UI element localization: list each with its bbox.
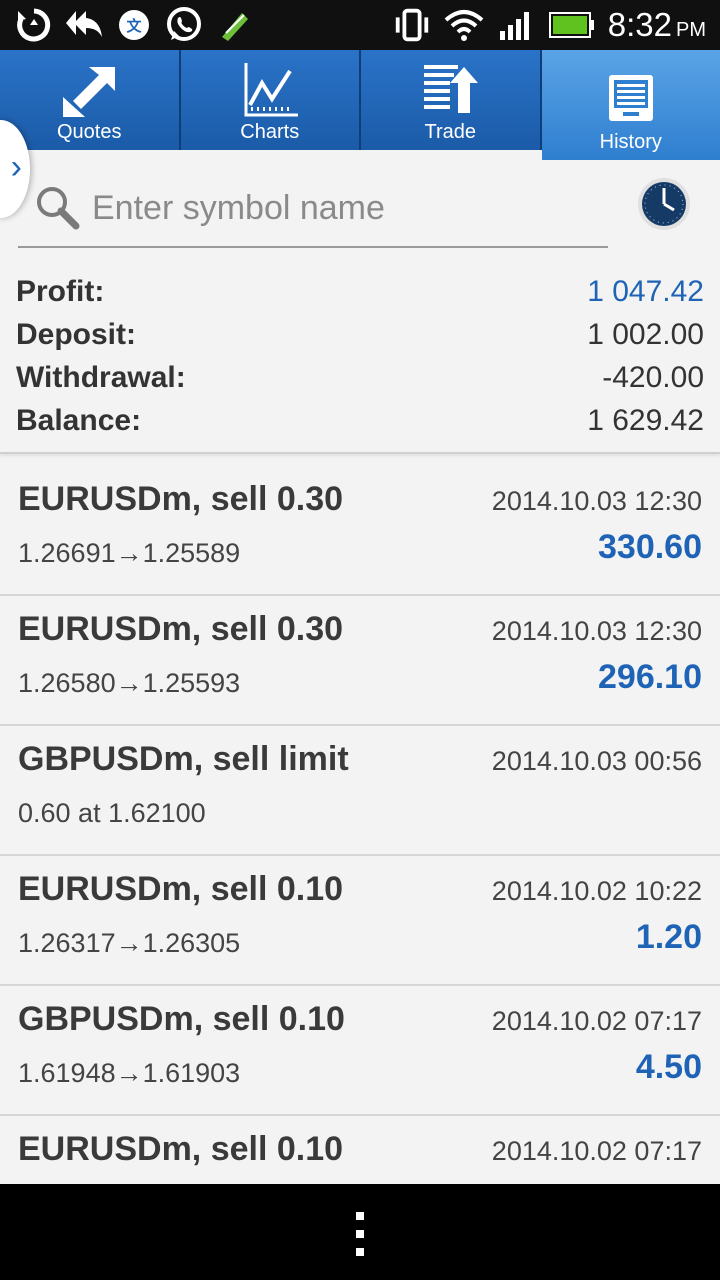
deposit-label: Deposit: xyxy=(16,317,136,351)
search-bar xyxy=(18,170,608,248)
trade-icon xyxy=(418,60,482,120)
history-item[interactable]: EURUSDm, sell 0.10 2014.10.02 10:22 1.26… xyxy=(0,856,720,986)
history-summary: Profit: 1 047.42 Deposit: 1 002.00 Withd… xyxy=(0,270,720,454)
history-profit: 330.60 xyxy=(598,528,702,566)
history-profit: 1.20 xyxy=(635,918,702,956)
history-price-range: 1.26691→1.25589 xyxy=(18,538,241,568)
tab-trade[interactable]: Trade xyxy=(361,50,542,150)
tab-quotes[interactable]: Quotes xyxy=(0,50,181,150)
translate-icon: 文 xyxy=(114,5,154,45)
reply-all-icon xyxy=(64,5,104,45)
withdrawal-value: -420.00 xyxy=(602,360,704,394)
sync-icon xyxy=(14,5,54,45)
balance-row: Balance: 1 629.42 xyxy=(0,399,720,442)
history-profit: 4.50 xyxy=(635,1048,702,1086)
history-time: 2014.10.03 12:30 xyxy=(491,616,702,646)
overflow-menu-icon[interactable] xyxy=(352,1212,368,1256)
history-symbol: EURUSDm, sell 0.30 xyxy=(18,610,344,648)
tab-label: Trade xyxy=(424,121,476,143)
svg-text:文: 文 xyxy=(126,17,142,35)
history-symbol: GBPUSDm, sell 0.10 xyxy=(18,1000,345,1038)
history-item[interactable]: GBPUSDm, sell limit 2014.10.03 00:56 0.6… xyxy=(0,726,720,856)
battery-icon xyxy=(548,5,596,45)
quotes-icon xyxy=(57,60,121,120)
history-time: 2014.10.02 10:22 xyxy=(491,876,702,906)
history-profit: 296.10 xyxy=(598,658,702,696)
profit-label: Profit: xyxy=(16,274,105,308)
deposit-value: 1 002.00 xyxy=(587,317,704,351)
tab-bar: Quotes Charts Trade History xyxy=(0,50,720,160)
history-list: EURUSDm, sell 0.30 2014.10.03 12:30 1.26… xyxy=(0,466,720,1246)
clock-time: 8:32 PM xyxy=(607,6,706,43)
chart-icon xyxy=(238,60,302,120)
history-item[interactable]: EURUSDm, sell 0.30 2014.10.03 12:30 1.26… xyxy=(0,596,720,726)
navigation-bar xyxy=(0,1184,720,1280)
history-symbol: EURUSDm, sell 0.10 xyxy=(18,870,344,908)
wifi-icon xyxy=(444,5,484,45)
status-bar: 文 8:32 PM xyxy=(0,0,720,50)
history-icon xyxy=(599,70,663,130)
history-symbol: EURUSDm, sell 0.30 xyxy=(18,480,344,518)
history-price-range: 1.61948→1.61903 xyxy=(18,1058,241,1088)
whatsapp-icon xyxy=(164,5,204,45)
history-period-clock-icon[interactable] xyxy=(636,176,692,232)
chevron-right-icon: › xyxy=(10,148,22,186)
history-price-range: 1.26580→1.25593 xyxy=(18,668,241,698)
vibrate-icon xyxy=(392,5,432,45)
balance-label: Balance: xyxy=(16,403,142,437)
tab-label: Charts xyxy=(240,121,300,143)
tab-charts[interactable]: Charts xyxy=(180,50,361,150)
withdrawal-label: Withdrawal: xyxy=(16,360,186,394)
tab-history[interactable]: History xyxy=(541,50,720,160)
history-item[interactable]: EURUSDm, sell 0.30 2014.10.03 12:30 1.26… xyxy=(0,466,720,596)
balance-value: 1 629.42 xyxy=(587,403,704,437)
signal-icon xyxy=(496,5,536,45)
profit-row: Profit: 1 047.42 xyxy=(0,270,720,313)
history-price-range: 1.26317→1.26305 xyxy=(18,928,241,958)
pen-icon xyxy=(214,5,254,45)
tab-label: Quotes xyxy=(57,121,122,143)
deposit-row: Deposit: 1 002.00 xyxy=(0,313,720,356)
history-time: 2014.10.03 00:56 xyxy=(491,746,702,776)
history-item[interactable]: GBPUSDm, sell 0.10 2014.10.02 07:17 1.61… xyxy=(0,986,720,1116)
history-time: 2014.10.02 07:17 xyxy=(491,1006,702,1036)
tab-label: History xyxy=(599,131,662,153)
history-time: 2014.10.03 12:30 xyxy=(491,486,702,516)
history-time: 2014.10.02 07:17 xyxy=(491,1136,702,1166)
history-symbol: GBPUSDm, sell limit xyxy=(18,740,349,778)
search-icon xyxy=(34,184,82,232)
history-symbol: EURUSDm, sell 0.10 xyxy=(18,1130,344,1168)
history-order-detail: 0.60 at 1.62100 xyxy=(18,798,206,828)
withdrawal-row: Withdrawal: -420.00 xyxy=(0,356,720,399)
profit-value: 1 047.42 xyxy=(587,274,704,308)
search-input[interactable] xyxy=(90,182,594,234)
